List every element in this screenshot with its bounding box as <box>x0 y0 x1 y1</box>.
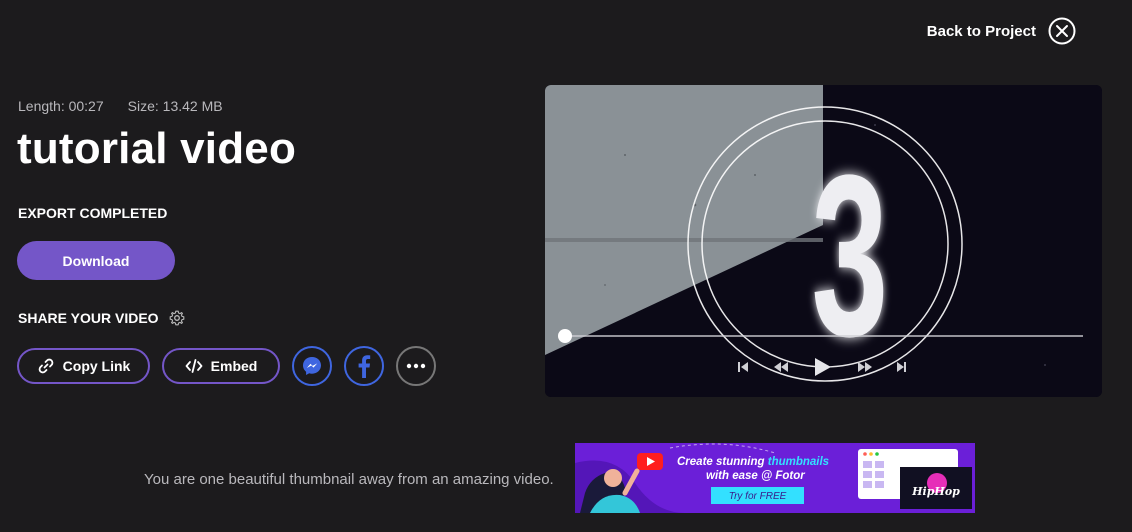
gear-icon[interactable] <box>169 310 185 326</box>
back-to-project[interactable]: Back to Project <box>927 17 1076 45</box>
banner-headline-a: Create stunning <box>677 456 768 468</box>
video-meta: Length: 00:27 Size: 13.42 MB <box>18 98 223 114</box>
youtube-icon <box>637 453 663 470</box>
embed-label: Embed <box>210 358 258 374</box>
banner-thumb-text: HipHop <box>911 485 960 498</box>
more-share-options-button[interactable] <box>396 346 436 386</box>
video-length: Length: 00:27 <box>18 98 104 114</box>
facebook-share-button[interactable] <box>344 346 384 386</box>
copy-link-label: Copy Link <box>62 358 131 374</box>
share-heading: SHARE YOUR VIDEO <box>18 310 185 326</box>
messenger-share-button[interactable] <box>292 346 332 386</box>
share-heading-label: SHARE YOUR VIDEO <box>18 310 159 326</box>
banner-headline-b: thumbnails <box>768 456 829 468</box>
progress-track[interactable] <box>563 335 1083 337</box>
banner-art: Create stunning thumbnails with ease @ F… <box>575 443 975 513</box>
close-icon[interactable] <box>1048 17 1076 45</box>
video-title: tutorial video <box>17 124 297 173</box>
export-status: EXPORT COMPLETED <box>18 205 168 221</box>
code-icon <box>185 359 203 373</box>
embed-button[interactable]: Embed <box>162 348 280 384</box>
svg-text:Create stunning thumbnails: Create stunning thumbnails <box>677 456 829 468</box>
banner-subline: with ease @ Fotor <box>706 470 805 482</box>
messenger-icon <box>303 357 321 375</box>
copy-link-button[interactable]: Copy Link <box>17 348 150 384</box>
fotor-banner-ad[interactable]: Create stunning thumbnails with ease @ F… <box>575 443 975 513</box>
facebook-icon <box>358 355 371 378</box>
back-to-project-label[interactable]: Back to Project <box>927 23 1036 40</box>
promo-text: You are one beautiful thumbnail away fro… <box>144 471 554 488</box>
link-icon <box>38 358 53 374</box>
download-button[interactable]: Download <box>17 241 175 280</box>
countdown-number: 3 <box>811 128 888 385</box>
banner-cta-label: Try for FREE <box>729 491 787 502</box>
more-icon <box>406 363 426 369</box>
share-buttons: Copy Link Embed <box>17 346 436 386</box>
video-player[interactable]: 3 <box>545 85 1102 397</box>
export-page: Back to Project Length: 00:27 Size: 13.4… <box>0 0 1132 532</box>
video-size: Size: 13.42 MB <box>127 98 223 114</box>
video-frame: 3 <box>545 85 1102 397</box>
progress-knob[interactable] <box>558 329 572 343</box>
